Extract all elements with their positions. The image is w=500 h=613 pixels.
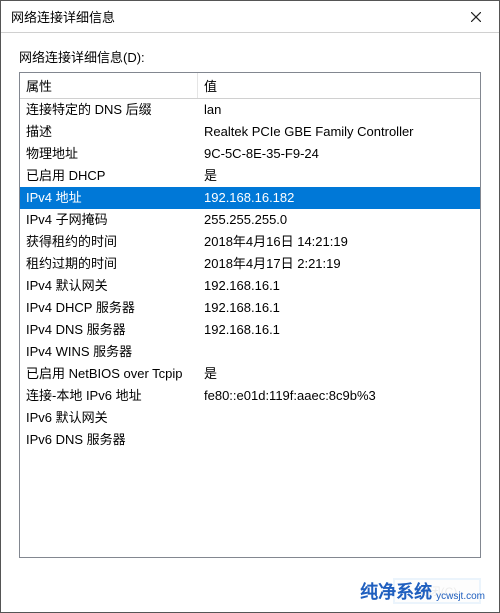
section-label: 网络连接详细信息(D):: [19, 47, 481, 66]
property-label: IPv4 子网掩码: [20, 209, 198, 231]
table-row[interactable]: IPv4 默认网关192.168.16.1: [20, 275, 480, 297]
property-value: 192.168.16.1: [198, 297, 480, 319]
table-row[interactable]: 已启用 NetBIOS over Tcpip是: [20, 363, 480, 385]
close-button[interactable]: [453, 1, 499, 33]
table-row[interactable]: 描述Realtek PCIe GBE Family Controller: [20, 121, 480, 143]
window-title: 网络连接详细信息: [11, 7, 453, 26]
column-value[interactable]: 值: [198, 73, 480, 98]
table-row[interactable]: 租约过期的时间2018年4月17日 2:21:19: [20, 253, 480, 275]
table-row[interactable]: 已启用 DHCP是: [20, 165, 480, 187]
network-details-window: 网络连接详细信息 网络连接详细信息(D): 属性 值 连接特定的 DNS 后缀l…: [0, 0, 500, 613]
property-value: lan: [198, 99, 480, 121]
rows-container: 连接特定的 DNS 后缀lan描述Realtek PCIe GBE Family…: [20, 99, 480, 537]
close-icon: [471, 9, 481, 25]
property-label: IPv6 DNS 服务器: [20, 429, 198, 451]
table-row[interactable]: IPv4 DNS 服务器192.168.16.1: [20, 319, 480, 341]
watermark: 纯净系统 ycwsjt.com: [352, 576, 493, 606]
property-label: 租约过期的时间: [20, 253, 198, 275]
table-row[interactable]: 连接-本地 IPv6 地址fe80::e01d:119f:aaec:8c9b%3: [20, 385, 480, 407]
details-list: 属性 值 连接特定的 DNS 后缀lan描述Realtek PCIe GBE F…: [19, 72, 481, 558]
property-label: IPv6 默认网关: [20, 407, 198, 429]
table-row[interactable]: IPv6 DNS 服务器: [20, 429, 480, 451]
watermark-url: ycwsjt.com: [436, 591, 485, 602]
content-area: 网络连接详细信息(D): 属性 值 连接特定的 DNS 后缀lan描述Realt…: [1, 33, 499, 566]
property-value: 192.168.16.1: [198, 275, 480, 297]
list-header: 属性 值: [20, 73, 480, 99]
property-value: [198, 429, 480, 451]
property-value: 192.168.16.182: [198, 187, 480, 209]
property-label: IPv4 DHCP 服务器: [20, 297, 198, 319]
table-row[interactable]: IPv4 子网掩码255.255.255.0: [20, 209, 480, 231]
table-row[interactable]: IPv6 默认网关: [20, 407, 480, 429]
property-label: 已启用 NetBIOS over Tcpip: [20, 363, 198, 385]
table-row[interactable]: IPv4 地址192.168.16.182: [20, 187, 480, 209]
table-row[interactable]: IPv4 WINS 服务器: [20, 341, 480, 363]
property-value: 是: [198, 165, 480, 187]
property-label: 物理地址: [20, 143, 198, 165]
property-label: 已启用 DHCP: [20, 165, 198, 187]
table-row[interactable]: 获得租约的时间2018年4月16日 14:21:19: [20, 231, 480, 253]
property-value: [198, 407, 480, 429]
property-label: IPv4 地址: [20, 187, 198, 209]
property-value: 2018年4月16日 14:21:19: [198, 231, 480, 253]
property-label: 获得租约的时间: [20, 231, 198, 253]
property-label: 描述: [20, 121, 198, 143]
table-row[interactable]: 连接特定的 DNS 后缀lan: [20, 99, 480, 121]
property-value: fe80::e01d:119f:aaec:8c9b%3: [198, 385, 480, 407]
property-label: IPv4 WINS 服务器: [20, 341, 198, 363]
property-value: 255.255.255.0: [198, 209, 480, 231]
property-value: Realtek PCIe GBE Family Controller: [198, 121, 480, 143]
property-label: IPv4 DNS 服务器: [20, 319, 198, 341]
watermark-text: 纯净系统: [360, 578, 432, 604]
property-value: [198, 341, 480, 363]
table-row[interactable]: 物理地址9C-5C-8E-35-F9-24: [20, 143, 480, 165]
titlebar: 网络连接详细信息: [1, 1, 499, 33]
property-label: IPv4 默认网关: [20, 275, 198, 297]
property-value: 192.168.16.1: [198, 319, 480, 341]
property-label: 连接-本地 IPv6 地址: [20, 385, 198, 407]
property-value: 2018年4月17日 2:21:19: [198, 253, 480, 275]
table-row[interactable]: IPv4 DHCP 服务器192.168.16.1: [20, 297, 480, 319]
property-label: 连接特定的 DNS 后缀: [20, 99, 198, 121]
column-property[interactable]: 属性: [20, 73, 198, 98]
property-value: 9C-5C-8E-35-F9-24: [198, 143, 480, 165]
property-value: 是: [198, 363, 480, 385]
